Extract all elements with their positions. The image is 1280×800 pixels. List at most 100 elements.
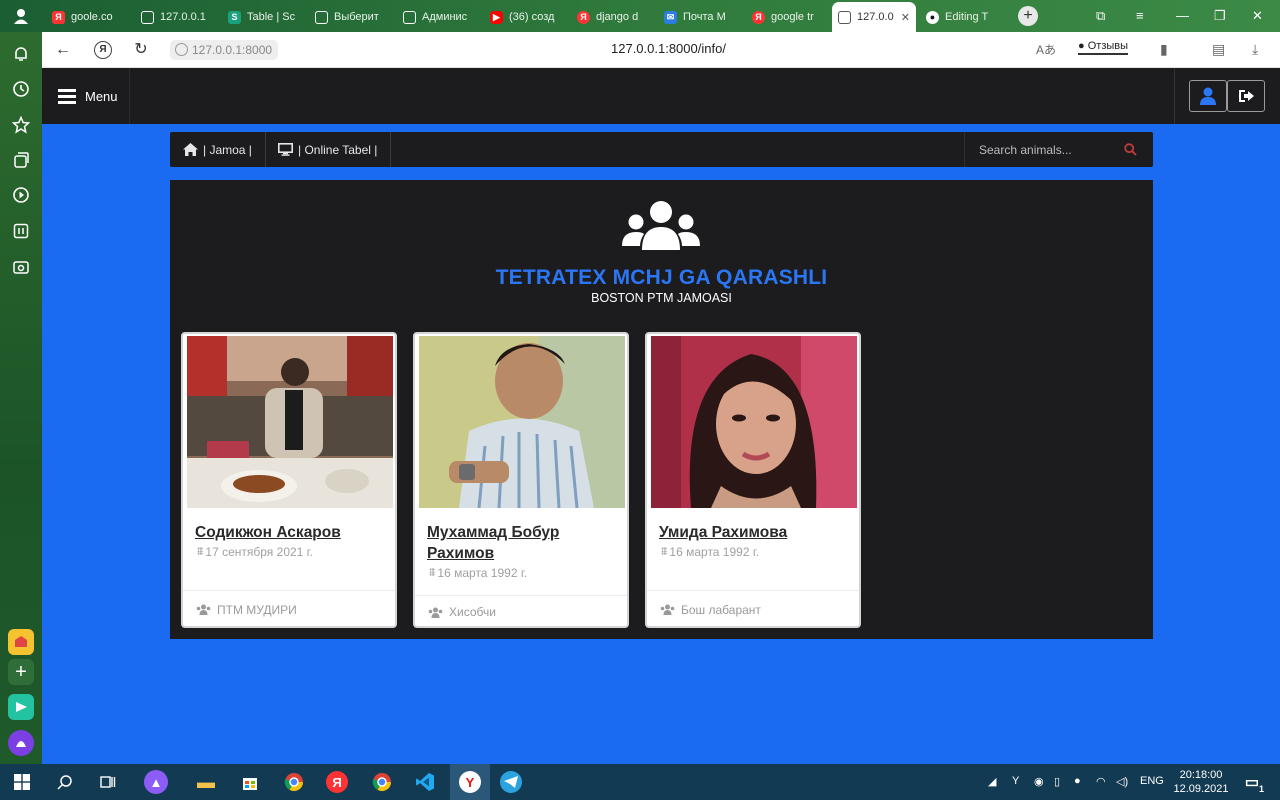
minimize-icon[interactable]: — [1176,8,1189,23]
close-tab-icon[interactable]: ✕ [901,11,910,24]
alice-icon[interactable] [8,730,34,756]
chrome-icon[interactable] [370,770,394,794]
browser-tab[interactable]: Админис [397,4,481,30]
play-circle-icon[interactable] [11,185,31,205]
url-input[interactable]: 127.0.0.1:8000/info/ [611,41,726,56]
birthday-cake-icon: ⩩ [429,565,436,579]
microphone-icon[interactable]: ● [1074,775,1081,787]
browser-tab[interactable]: ✉ Почта M [658,4,742,30]
member-photo [651,336,857,508]
alice-icon[interactable]: ▲ [144,770,168,794]
file-explorer-icon[interactable]: ▬ [194,770,218,794]
panel-subtitle: BOSTON PTM JAMOASI [591,291,732,305]
telegram-tray-icon[interactable]: ◢ [988,775,996,788]
desktop-icon [278,143,293,156]
windows-start-icon[interactable] [10,770,34,794]
browser-tab[interactable]: 127.0.0.1 [135,4,219,30]
logout-button[interactable] [1227,80,1265,112]
new-tab-icon[interactable]: + [1018,6,1038,26]
url-host-pill[interactable]: 127.0.0.1:8000 [170,40,279,60]
download-icon[interactable]: ⤓ [1252,41,1258,58]
yandex-icon: Я [52,10,65,24]
collections-icon[interactable] [11,150,31,170]
clock[interactable]: 20:18:00 12.09.2021 [1170,768,1232,796]
yandex-home-icon[interactable]: Я [94,41,112,59]
reload-icon[interactable]: ↻ [132,41,150,59]
volume-icon[interactable]: ◁) [1116,775,1128,788]
panel-title: TETRATEX MCHJ GA QARASHLI [495,266,828,289]
top-navbar: Menu [42,68,1280,124]
translate-icon[interactable]: Aあ [1036,41,1056,58]
site-info-icon[interactable] [175,43,188,56]
member-name[interactable]: Умида Рахимова [659,522,849,543]
browser-tab[interactable]: ● Editing T [920,4,1004,30]
vscode-icon[interactable] [413,770,437,794]
page-body: Menu | Jamoa | | Online Tabel | Search a… [42,68,1280,764]
browser-menu-icon[interactable]: ≡ [1136,8,1144,23]
yandex-browser-icon[interactable]: Y [450,764,490,800]
back-icon[interactable]: ← [54,41,72,59]
calendar-icon[interactable] [11,221,31,241]
navbar-divider [1174,68,1175,124]
close-window-icon[interactable]: ✕ [1252,8,1263,24]
wifi-icon[interactable]: ◠ [1096,775,1106,788]
messenger-icon[interactable] [8,694,34,720]
member-card: Умида Рахимова ⩩ 16 марта 1992 г. Бош лаб… [645,332,861,628]
notifications-icon[interactable]: ▭ 1 [1240,770,1264,794]
member-birthdate: ⩩ 17 сентября 2021 г. [197,544,313,559]
bookmarks-star-icon[interactable] [11,115,31,135]
search-icon[interactable] [1124,143,1137,156]
profile-icon[interactable] [0,0,42,32]
add-panel-icon[interactable]: + [8,659,34,685]
browser-tab[interactable]: Яdjango d [571,4,655,30]
screenshot-icon[interactable] [11,257,31,277]
tabs-manager-icon[interactable]: ⧉ [1096,8,1105,24]
yandex-icon: Я [577,10,590,24]
usb-tray-icon[interactable]: ▯ [1054,775,1060,788]
browser-tab[interactable]: Яgoole.co [46,4,130,30]
nav-item-jamoa[interactable]: | Jamoa | [170,132,266,167]
browser-tab[interactable]: S Table | Sc [222,4,306,30]
reader-icon[interactable]: ▤ [1212,41,1225,58]
bookmark-icon[interactable]: ▮ [1160,41,1168,58]
page-icon [141,10,154,24]
clock-time: 20:18:00 [1179,769,1223,781]
browser-tab[interactable]: Выберит [309,4,393,30]
page-icon [838,10,851,24]
task-view-icon[interactable] [96,770,120,794]
member-name[interactable]: Мухаммад Бобур Рахимов [427,522,617,564]
search-input[interactable] [979,142,1119,157]
search-icon[interactable] [53,770,77,794]
youtube-icon: ▶ [490,10,503,24]
sheets-icon: S [228,10,241,24]
users-icon [196,604,211,615]
browser-tabbar: Яgoole.co 127.0.0.1 S Table | Sc Выберит … [0,0,1280,32]
store-icon[interactable] [238,770,262,794]
users-icon [660,604,675,615]
member-role: Бош лабарант [647,590,859,626]
chrome-icon[interactable] [282,770,306,794]
mail-icon: ✉ [664,10,677,24]
language-indicator[interactable]: ENG [1140,775,1164,787]
history-icon[interactable] [11,79,31,99]
restore-icon[interactable]: ❐ [1214,8,1226,24]
member-name[interactable]: Содикжон Аскаров [195,522,385,543]
feedback-button[interactable]: ● Отзывы [1078,40,1129,55]
yandex-tray-icon[interactable]: Y [1012,775,1019,787]
os-taskbar: ▲ ▬ Я Y ◢ Y ◉ ▯ ● ◠ ◁) ENG 20:18:00 12.0… [0,764,1280,800]
member-role: Хисобчи [415,595,627,626]
browser-tab-active[interactable]: 127.0.0 ✕ [832,2,916,32]
search-box [964,132,1153,167]
nav-item-online-tabel[interactable]: | Online Tabel | [265,132,392,167]
telegram-icon[interactable] [500,771,522,793]
menu-button[interactable]: Menu [42,68,130,124]
bell-icon[interactable] [11,44,31,64]
browser-tab[interactable]: Яgoogle tr [746,4,830,30]
antivirus-tray-icon[interactable]: ◉ [1034,775,1044,788]
browser-tab[interactable]: ▶ (36) созд [484,4,568,30]
profile-button[interactable] [1189,80,1227,112]
browser-sidebar: + [0,32,42,764]
mail-app-icon[interactable] [8,629,34,655]
address-bar: ← Я ↻ 127.0.0.1:8000 127.0.0.1:8000/info… [42,32,1280,68]
yandex-icon[interactable]: Я [326,771,348,793]
